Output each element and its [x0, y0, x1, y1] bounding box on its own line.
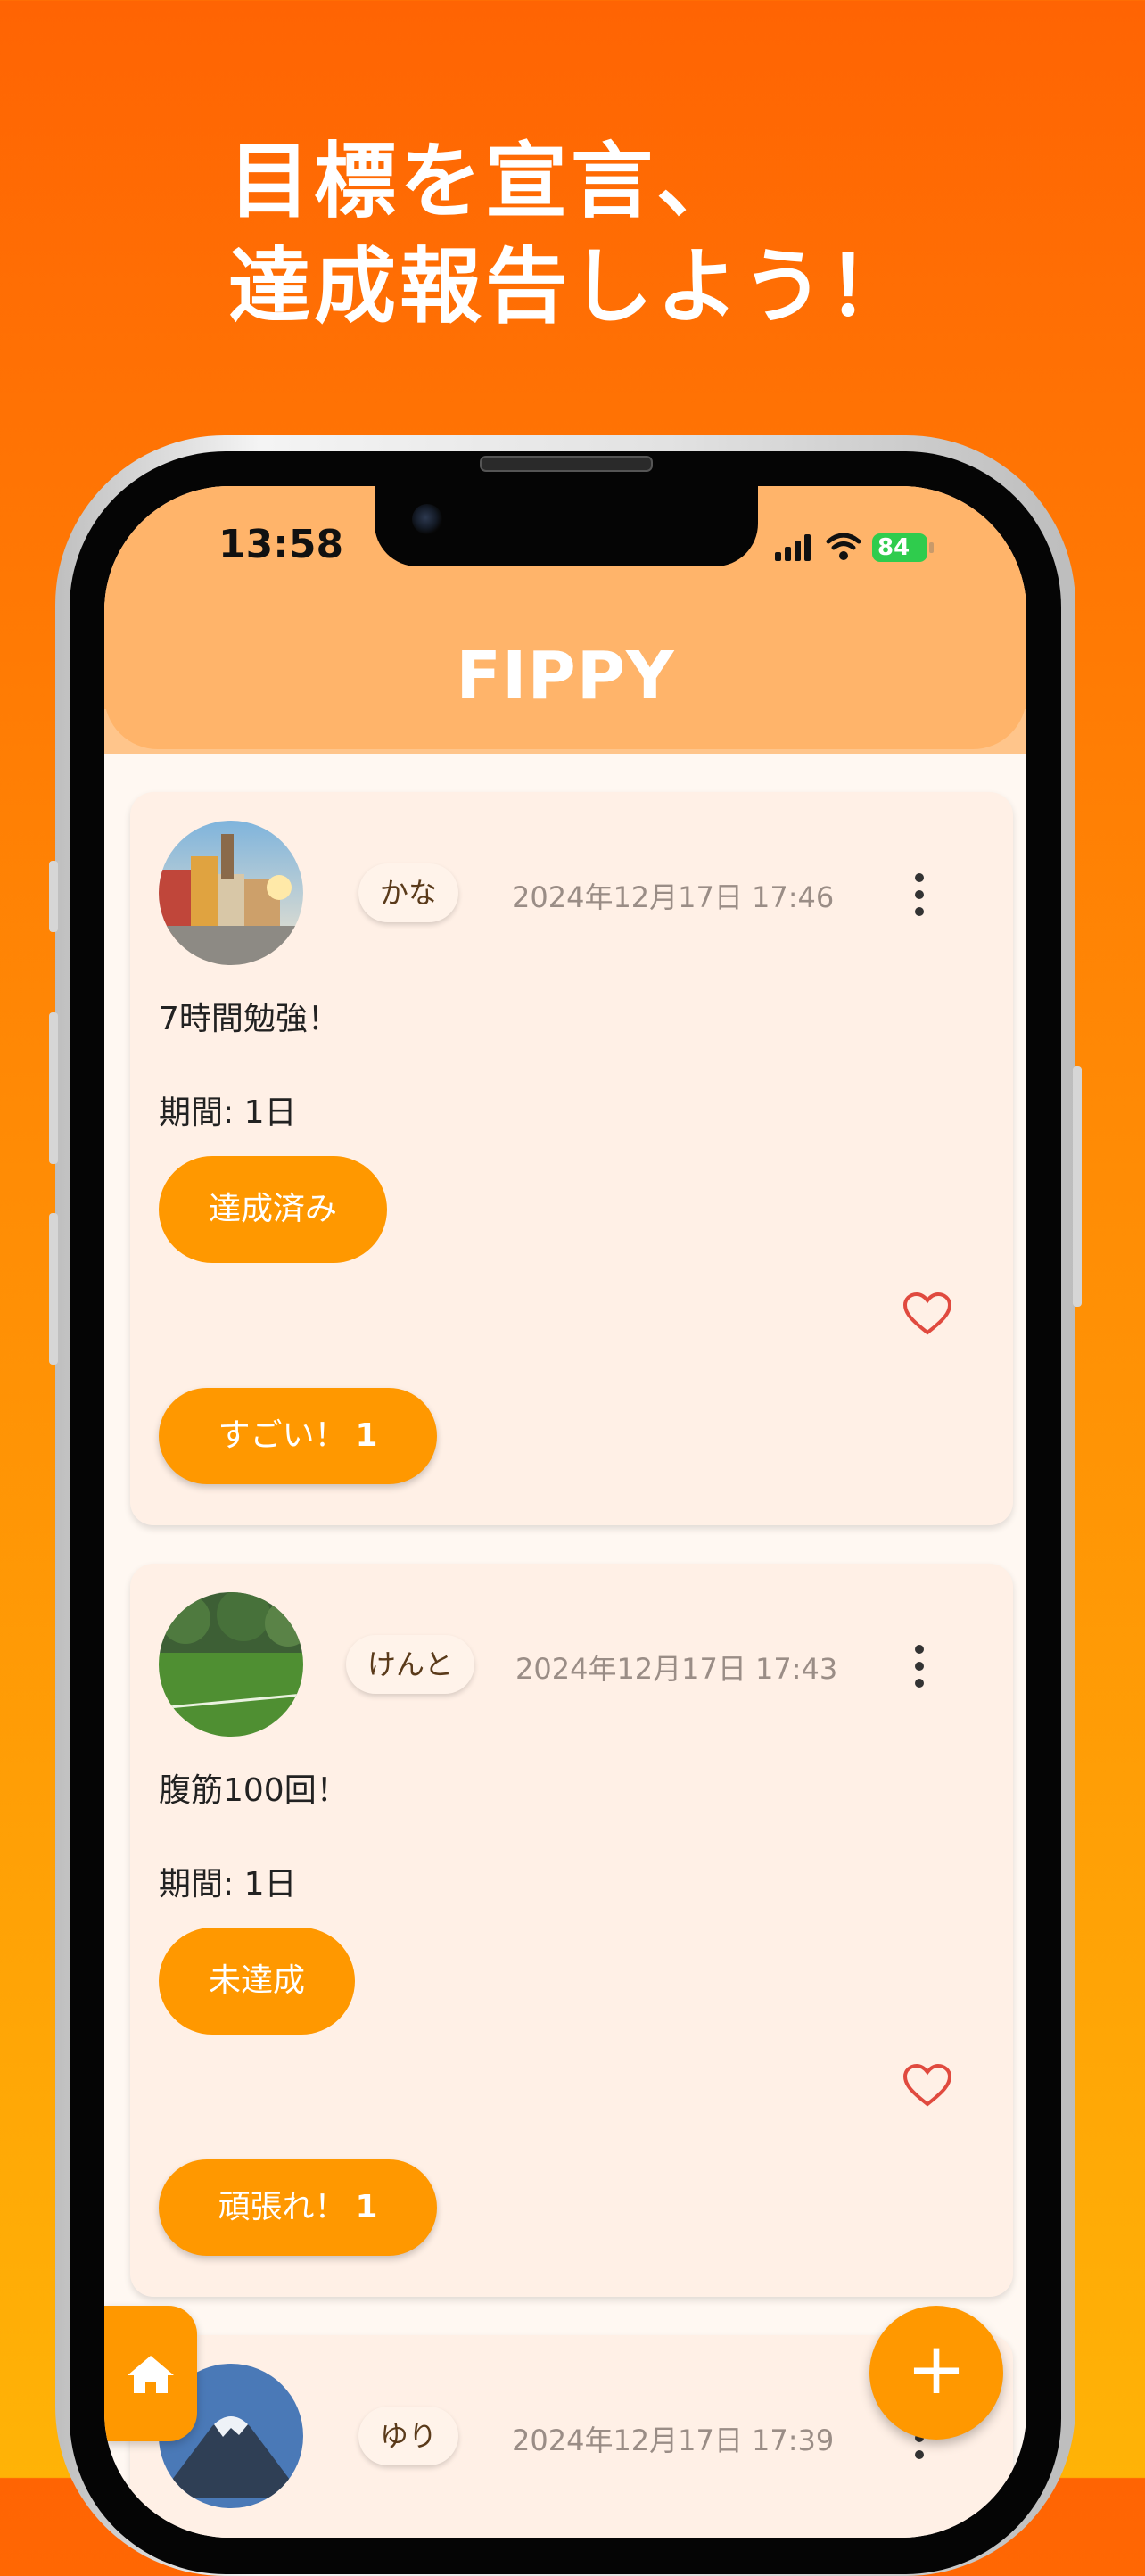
promo-headline: 目標を宣言、 達成報告しよう！ — [228, 129, 913, 340]
status-time: 13:58 — [218, 522, 344, 567]
mute-switch — [49, 861, 58, 932]
achievement-status-button[interactable]: 達成済み — [159, 1156, 388, 1263]
post-card: かな 2024年12月17日 17:46 7時間勉強！ 期間: 1日 達成済み … — [130, 792, 1013, 1525]
more-options-icon[interactable] — [910, 871, 928, 916]
reaction-button[interactable]: すごい！ 1 — [159, 1388, 437, 1484]
app-title: FIPPY — [456, 638, 675, 714]
heart-icon[interactable] — [902, 1292, 952, 1336]
signal-wifi-battery-icon — [775, 533, 934, 562]
headline-line-1: 目標を宣言、 — [228, 134, 743, 229]
home-button[interactable] — [104, 2306, 197, 2441]
username-chip[interactable]: かな — [358, 863, 459, 922]
achievement-status-button[interactable]: 未達成 — [159, 1928, 356, 2035]
goal-text: 腹筋100回！ — [159, 1772, 349, 1809]
period-text: 期間: 1日 — [159, 1094, 297, 1131]
phone-screen: 13:58 84 FIPPY かな 2024年12月17日 17:46 7時間勉… — [104, 486, 1026, 2538]
heart-icon[interactable] — [902, 2063, 952, 2108]
post-timestamp: 2024年12月17日 17:46 — [512, 880, 835, 914]
reaction-button[interactable]: 頑張れ！ 1 — [159, 2159, 437, 2256]
battery-level: 84 — [877, 534, 910, 561]
add-post-button[interactable]: + — [869, 2306, 1003, 2440]
volume-down-button — [49, 1213, 58, 1365]
username-chip[interactable]: ゆり — [358, 2407, 459, 2465]
post-card: けんと 2024年12月17日 17:43 腹筋100回！ 期間: 1日 未達成… — [130, 1564, 1013, 2297]
power-button — [1073, 1066, 1082, 1307]
status-icons: 84 — [775, 529, 935, 565]
goal-text: 7時間勉強！ — [159, 1001, 340, 1037]
post-timestamp: 2024年12月17日 17:39 — [512, 2423, 835, 2457]
earpiece-speaker — [480, 456, 653, 472]
more-options-icon[interactable] — [910, 1642, 928, 1688]
reaction-label: 頑張れ！ — [218, 2189, 347, 2225]
headline-line-2: 達成報告しよう！ — [228, 239, 914, 334]
username-chip[interactable]: けんと — [346, 1635, 475, 1694]
front-camera — [412, 504, 442, 534]
user-avatar[interactable] — [159, 1592, 303, 1737]
post-timestamp: 2024年12月17日 17:43 — [515, 1652, 838, 1686]
period-text: 期間: 1日 — [159, 1866, 297, 1903]
user-avatar[interactable] — [159, 821, 303, 965]
volume-up-button — [49, 1012, 58, 1164]
home-icon — [128, 2356, 174, 2393]
reaction-count: 1 — [355, 2189, 378, 2225]
reaction-label: すごい！ — [218, 1417, 347, 1454]
reaction-count: 1 — [355, 1417, 378, 1454]
